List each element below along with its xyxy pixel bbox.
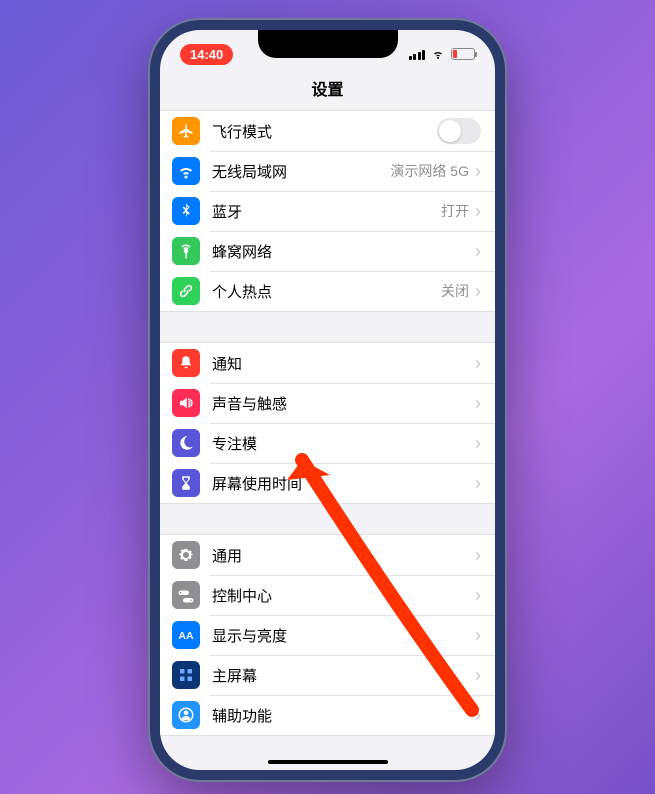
gear-icon xyxy=(172,541,200,569)
chevron-right-icon: › xyxy=(475,282,481,300)
phone-frame: 14:40 设置 飞行模式无线局域网演示网络 5G›蓝牙打开›蜂窝网络›个人热点… xyxy=(150,20,505,780)
chevron-right-icon: › xyxy=(475,394,481,412)
grid-icon xyxy=(172,661,200,689)
switches-icon xyxy=(172,581,200,609)
cellular-signal-icon xyxy=(409,49,426,60)
chevron-right-icon: › xyxy=(475,242,481,260)
person-icon xyxy=(172,701,200,729)
chevron-right-icon: › xyxy=(475,162,481,180)
moon-icon xyxy=(172,429,200,457)
settings-groups: 飞行模式无线局域网演示网络 5G›蓝牙打开›蜂窝网络›个人热点关闭›通知›声音与… xyxy=(160,110,495,736)
row-label: 声音与触感 xyxy=(212,393,475,414)
speaker-icon xyxy=(172,389,200,417)
row-label: 通用 xyxy=(212,545,475,566)
bluetooth-icon xyxy=(172,197,200,225)
row-wifi[interactable]: 无线局域网演示网络 5G › xyxy=(160,151,495,191)
row-home[interactable]: 主屏幕› xyxy=(160,655,495,695)
toggle-airplane[interactable] xyxy=(437,118,481,144)
bell-icon xyxy=(172,349,200,377)
row-label: 蓝牙 xyxy=(212,201,441,222)
settings-group: 通用›控制中心›显示与亮度›主屏幕›辅助功能› xyxy=(160,534,495,736)
row-general[interactable]: 通用› xyxy=(160,535,495,575)
status-icons xyxy=(409,48,476,60)
row-hotspot[interactable]: 个人热点关闭 › xyxy=(160,271,495,311)
home-indicator[interactable] xyxy=(268,760,388,764)
hourglass-icon xyxy=(172,469,200,497)
airplane-icon xyxy=(172,117,200,145)
chevron-right-icon: › xyxy=(475,666,481,684)
row-label: 飞行模式 xyxy=(212,121,437,142)
row-focus[interactable]: 专注模› xyxy=(160,423,495,463)
chevron-right-icon: › xyxy=(475,546,481,564)
row-bluetooth[interactable]: 蓝牙打开 › xyxy=(160,191,495,231)
link-icon xyxy=(172,277,200,305)
row-label: 无线局域网 xyxy=(212,161,390,182)
chevron-right-icon: › xyxy=(475,474,481,492)
battery-low-icon xyxy=(451,48,475,60)
row-label: 专注模 xyxy=(212,433,475,454)
wifi-status-icon xyxy=(430,48,446,60)
row-label: 控制中心 xyxy=(212,585,475,606)
row-cellular[interactable]: 蜂窝网络› xyxy=(160,231,495,271)
row-sounds[interactable]: 声音与触感› xyxy=(160,383,495,423)
notch xyxy=(258,30,398,58)
chevron-right-icon: › xyxy=(475,354,481,372)
chevron-right-icon: › xyxy=(475,434,481,452)
row-label: 个人热点 xyxy=(212,281,441,302)
row-label: 主屏幕 xyxy=(212,665,475,686)
row-label: 辅助功能 xyxy=(212,705,475,726)
row-detail: 演示网络 5G xyxy=(390,161,469,181)
wifi-icon xyxy=(172,157,200,185)
row-accessibility[interactable]: 辅助功能› xyxy=(160,695,495,735)
row-detail: 关闭 xyxy=(441,281,469,301)
chevron-right-icon: › xyxy=(475,626,481,644)
row-screentime[interactable]: 屏幕使用时间› xyxy=(160,463,495,503)
chevron-right-icon: › xyxy=(475,706,481,724)
row-display[interactable]: 显示与亮度› xyxy=(160,615,495,655)
status-time-recording[interactable]: 14:40 xyxy=(180,44,233,65)
aa-icon xyxy=(172,621,200,649)
row-label: 显示与亮度 xyxy=(212,625,475,646)
settings-group: 通知›声音与触感›专注模›屏幕使用时间› xyxy=(160,342,495,504)
page-title: 设置 xyxy=(160,70,495,110)
chevron-right-icon: › xyxy=(475,202,481,220)
row-control[interactable]: 控制中心› xyxy=(160,575,495,615)
row-label: 通知 xyxy=(212,353,475,374)
row-label: 屏幕使用时间 xyxy=(212,473,475,494)
row-notifications[interactable]: 通知› xyxy=(160,343,495,383)
row-airplane[interactable]: 飞行模式 xyxy=(160,111,495,151)
settings-group: 飞行模式无线局域网演示网络 5G›蓝牙打开›蜂窝网络›个人热点关闭› xyxy=(160,110,495,312)
chevron-right-icon: › xyxy=(475,586,481,604)
antenna-icon xyxy=(172,237,200,265)
row-label: 蜂窝网络 xyxy=(212,241,475,262)
row-detail: 打开 xyxy=(441,201,469,221)
